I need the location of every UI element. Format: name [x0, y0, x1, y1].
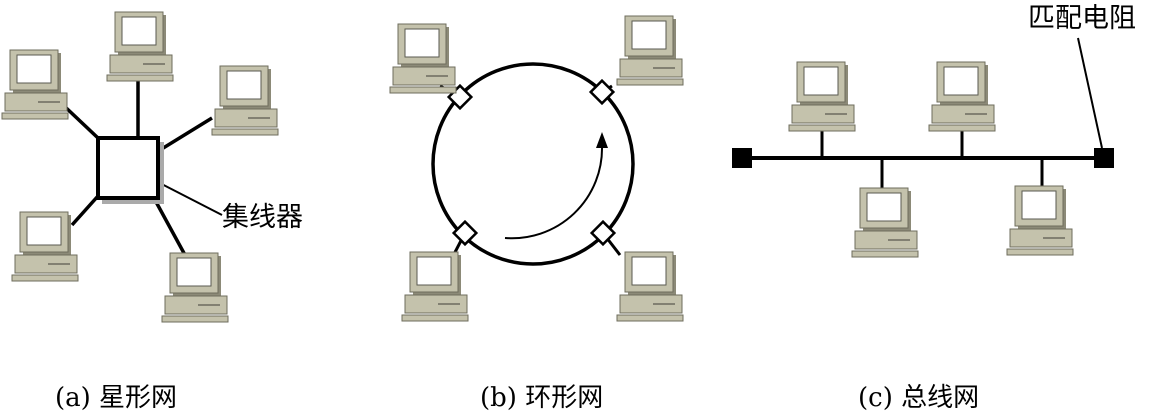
bus-caption: (c) 总线网 [858, 383, 979, 413]
star-computer [11, 211, 79, 282]
star-computer [161, 252, 229, 323]
ring-topology: (b) 环形网 [389, 15, 684, 413]
hub [96, 136, 164, 204]
terminator-left [732, 148, 752, 168]
ring-computer [616, 15, 684, 86]
ring-computer [401, 251, 469, 322]
hub-label: 集线器 [222, 202, 303, 233]
bus-computer [851, 187, 919, 258]
network-topology-diagram: 集线器 (a) 星形网 (b) 环形网 匹配电阻 (c) 总线网 [1, 3, 1136, 413]
ring-direction-arrow [504, 132, 608, 240]
star-computer [1, 49, 69, 120]
ring-computer [389, 23, 457, 94]
bus-computer [1006, 185, 1074, 256]
star-caption: (a) 星形网 [55, 383, 177, 413]
ring-interfaces [446, 78, 617, 247]
star-computer [106, 11, 174, 82]
star-topology: 集线器 (a) 星形网 [1, 11, 303, 413]
bus-computer [928, 61, 996, 132]
terminator-pointer [1077, 37, 1103, 149]
bus-computer [788, 61, 856, 132]
ring-computer [616, 251, 684, 322]
star-computer [211, 65, 279, 136]
terminator-label: 匹配电阻 [1028, 3, 1136, 34]
terminator-right [1094, 148, 1114, 168]
bus-topology: 匹配电阻 (c) 总线网 [732, 3, 1136, 413]
ring-caption: (b) 环形网 [480, 383, 603, 413]
